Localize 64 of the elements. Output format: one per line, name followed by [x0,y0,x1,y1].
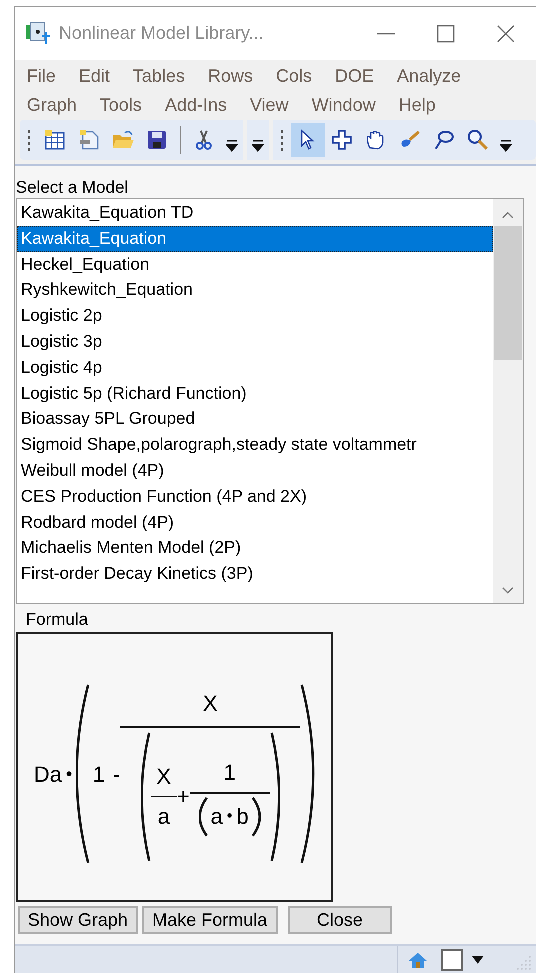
scrollbar-thumb[interactable] [494,226,522,360]
list-item[interactable]: Logistic 3p [17,328,493,355]
menu-item[interactable]: Add-Ins [165,91,228,120]
menu-item[interactable]: Rows [208,62,254,91]
list-item[interactable]: Heckel_Equation [17,252,493,278]
left-parenthesis [198,796,209,837]
formula-term: a [210,803,224,832]
menu-item[interactable]: Tools [100,91,142,120]
multiply-dot: • [227,806,233,827]
scrollbar[interactable] [493,199,523,603]
list-label: Select a Model [16,178,130,198]
grid-icon[interactable] [43,128,67,152]
menu-item[interactable]: Analyze [397,62,462,91]
toolbar-grip-icon[interactable] [26,128,32,152]
menu-item[interactable]: DOE [335,62,374,91]
menu-item[interactable]: Window [312,91,376,120]
formula-term: 1 [92,760,106,788]
document-icon[interactable] [77,128,101,152]
menu-item[interactable]: Edit [79,62,110,91]
formula-term: 1 [224,759,236,788]
dialog-button[interactable]: Make Formula [142,906,278,934]
search-icon[interactable] [466,128,490,152]
list-item[interactable]: Bioassay 5PL Grouped [17,406,493,432]
right-parenthesis [250,796,261,837]
dialog-button[interactable]: Close [288,906,392,934]
maximize-icon[interactable] [436,24,456,44]
window-title: Nonlinear Model Library... [59,22,264,45]
formula-term: Da [34,760,62,788]
app-icon [25,22,51,46]
list-item[interactable]: CES Production Function (4P and 2X) [17,484,493,510]
formula-term: b [236,803,249,832]
list-item[interactable]: Kawakita_Equation [17,226,493,252]
menu-item[interactable]: View [250,91,289,120]
menu-item[interactable]: Tables [133,62,186,91]
list-item[interactable]: Rodbard model (4P) [17,510,493,536]
list-item[interactable]: Ryshkewitch_Equation [17,277,493,304]
dropdown-icon[interactable] [471,954,485,964]
formula-term: X [203,690,218,718]
menu-item[interactable]: File [27,62,56,91]
color-swatch[interactable] [441,948,463,970]
close-icon[interactable] [496,24,516,44]
list-item[interactable]: Logistic 5p (Richard Function) [17,380,493,406]
toolbar-grip-icon[interactable] [279,128,285,152]
crosshair-icon[interactable] [330,128,354,152]
model-list[interactable] [16,198,524,604]
formula-label: Formula [26,610,90,630]
list-item[interactable]: Sigmoid Shape,polarograph,steady state voltammetr [17,432,493,458]
multiply-dot: • [66,762,72,786]
list-item[interactable]: First-order Decay Kinetics (3P) [17,561,493,587]
list-item[interactable]: Kawakita_Equation TD [17,200,493,226]
formula-term: a [158,803,170,832]
plus-sign: + [176,783,190,811]
list-item[interactable]: Logistic 2p [17,303,493,329]
list-item[interactable]: Logistic 4p [17,354,493,381]
home-icon[interactable] [408,950,428,968]
list-item[interactable]: Michaelis Menten Model (2P) [17,535,493,562]
formula-term: X [156,762,172,791]
dialog-button[interactable]: Show Graph [18,906,138,934]
minus-sign: - [113,760,120,788]
menu-item[interactable]: Help [398,91,436,120]
list-item[interactable]: Weibull model (4P) [17,458,493,484]
menu-item[interactable]: Cols [276,62,312,91]
resize-grip-icon[interactable] [516,955,532,971]
menu-item[interactable]: Graph [27,91,78,120]
